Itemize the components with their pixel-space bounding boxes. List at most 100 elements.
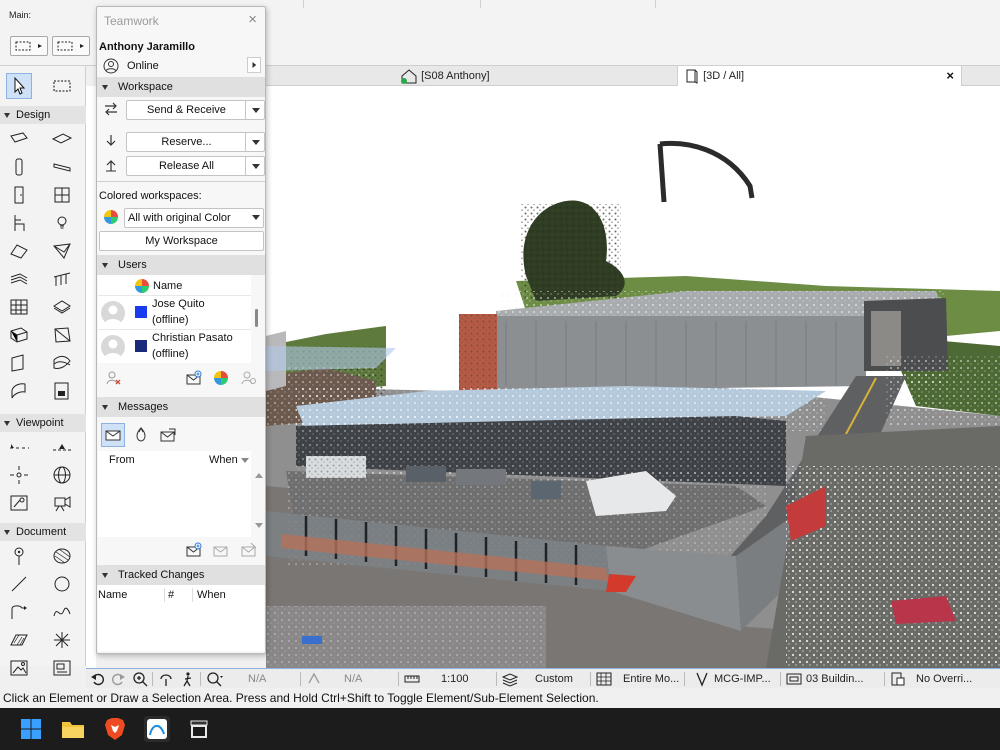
figure-tool[interactable] <box>6 655 32 681</box>
marquee-tool[interactable] <box>49 73 75 99</box>
release-all-button[interactable]: Release All <box>126 156 247 176</box>
polyline-tool[interactable] <box>6 599 32 625</box>
opening-tool[interactable] <box>49 350 75 376</box>
mesh-tool[interactable] <box>49 322 75 348</box>
zoom-fit-icon[interactable] <box>206 669 224 689</box>
model-view-options-icon[interactable] <box>786 669 802 689</box>
new-message-icon[interactable] <box>185 369 203 387</box>
list-item[interactable]: Jose Quito (offline) <box>98 295 251 328</box>
line-tool[interactable] <box>6 571 32 597</box>
slab-tool[interactable] <box>49 126 75 152</box>
hotspot-tool[interactable] <box>49 627 75 653</box>
structure-icon[interactable] <box>596 669 612 689</box>
beam-tool[interactable] <box>49 154 75 180</box>
orbit-icon[interactable] <box>158 669 174 689</box>
arrow-tool[interactable] <box>6 73 32 99</box>
worksheet-tool[interactable] <box>49 462 75 488</box>
layer-combo-icon[interactable] <box>501 669 519 689</box>
user-colors-icon[interactable] <box>212 369 230 387</box>
morph-tool[interactable] <box>49 294 75 320</box>
angle-icon[interactable] <box>306 669 322 689</box>
toolbox-section-viewpoint[interactable]: Viewpoint <box>0 414 86 432</box>
clapperboard-app-icon[interactable] <box>186 716 212 742</box>
curtain-wall-tool[interactable] <box>6 294 32 320</box>
zone-tool[interactable] <box>6 322 32 348</box>
tracked-changes-section-header[interactable]: Tracked Changes <box>97 565 265 585</box>
model-view-value[interactable]: Entire Mo... <box>623 669 679 689</box>
status-menu-arrow-icon[interactable] <box>247 57 261 73</box>
marquee-selection-button[interactable] <box>52 36 90 56</box>
user-settings-icon[interactable] <box>240 369 258 387</box>
object-tool[interactable] <box>6 210 32 236</box>
send-receive-button[interactable]: Send & Receive <box>126 100 247 120</box>
shell-curve-tool[interactable] <box>6 378 32 404</box>
fill-tool[interactable] <box>49 543 75 569</box>
send-receive-dropdown[interactable] <box>245 100 265 120</box>
toolbox-section-design[interactable]: Design <box>0 106 86 124</box>
pen-set-value[interactable]: MCG-IMP... <box>714 669 771 689</box>
users-section-header[interactable]: Users <box>97 255 265 275</box>
windows-start-icon[interactable] <box>18 716 44 742</box>
shell-tool[interactable] <box>49 238 75 264</box>
messages-scroll-down-icon[interactable] <box>255 523 263 528</box>
zoom-in-icon[interactable] <box>132 669 148 689</box>
file-explorer-icon[interactable] <box>60 716 86 742</box>
color-mode-select[interactable]: All with original Color <box>124 208 264 228</box>
delete-message-icon[interactable] <box>240 541 258 559</box>
dimension-tool[interactable] <box>6 543 32 569</box>
stair-tool[interactable] <box>6 266 32 292</box>
reserve-dropdown[interactable] <box>245 132 265 152</box>
interior-elevation-tool[interactable] <box>6 462 32 488</box>
inbox-messages-icon[interactable] <box>101 423 125 447</box>
window-tool[interactable] <box>49 182 75 208</box>
close-tab-icon[interactable]: × <box>946 68 954 83</box>
remove-user-icon[interactable] <box>104 369 122 387</box>
lamp-tool[interactable] <box>49 210 75 236</box>
brave-browser-icon[interactable] <box>102 716 128 742</box>
tab-3d-all[interactable]: [3D / All] <box>677 66 962 86</box>
section-tool[interactable] <box>6 434 32 460</box>
arrow-selection-button[interactable] <box>10 36 48 56</box>
users-list-scrollbar[interactable] <box>255 309 258 327</box>
railing-tool[interactable] <box>49 266 75 292</box>
scale-icon[interactable] <box>404 669 420 689</box>
toolbox-section-document[interactable]: Document <box>0 523 86 541</box>
column-tool[interactable] <box>6 154 32 180</box>
reply-message-icon[interactable] <box>212 541 230 559</box>
release-all-dropdown[interactable] <box>245 156 265 176</box>
messages-section-header[interactable]: Messages <box>97 397 265 417</box>
3d-viewport[interactable] <box>266 86 1000 668</box>
messages-scroll-up-icon[interactable] <box>255 473 263 478</box>
camera-tool[interactable] <box>49 490 75 516</box>
close-icon[interactable]: × <box>248 11 257 28</box>
compose-message-icon[interactable] <box>185 541 203 559</box>
pen-set-icon[interactable] <box>694 669 710 689</box>
hatch-tool[interactable] <box>6 627 32 653</box>
skylight-tool[interactable] <box>6 350 32 376</box>
drawing-tool[interactable] <box>49 655 75 681</box>
workspace-section-header[interactable]: Workspace <box>97 77 265 97</box>
redo-icon[interactable] <box>110 669 126 689</box>
request-messages-icon[interactable] <box>132 426 150 444</box>
tab-s08-anthony[interactable]: [S08 Anthony] <box>396 66 676 86</box>
walk-icon[interactable] <box>180 669 196 689</box>
archicad-icon[interactable] <box>144 716 170 742</box>
list-item[interactable]: Christian Pasato (offline) <box>98 329 251 362</box>
door-tool[interactable] <box>6 182 32 208</box>
roof-tool[interactable] <box>6 238 32 264</box>
undo-icon[interactable] <box>90 669 106 689</box>
detail-tool[interactable] <box>6 490 32 516</box>
graphic-override-value[interactable]: No Overri... <box>916 669 972 689</box>
override-icon[interactable] <box>890 669 906 689</box>
scale-value[interactable]: 1:100 <box>441 669 469 689</box>
reserve-button[interactable]: Reserve... <box>126 132 247 152</box>
my-workspace-button[interactable]: My Workspace <box>99 231 264 251</box>
layer-combo-value[interactable]: Custom <box>535 669 573 689</box>
wall-tool[interactable] <box>6 126 32 152</box>
grid-element-tool[interactable] <box>49 378 75 404</box>
dimension-value[interactable]: 03 Buildin... <box>806 669 863 689</box>
spline-tool[interactable] <box>49 599 75 625</box>
circle-tool[interactable] <box>49 571 75 597</box>
elevation-tool[interactable] <box>49 434 75 460</box>
sent-messages-icon[interactable] <box>159 426 177 444</box>
